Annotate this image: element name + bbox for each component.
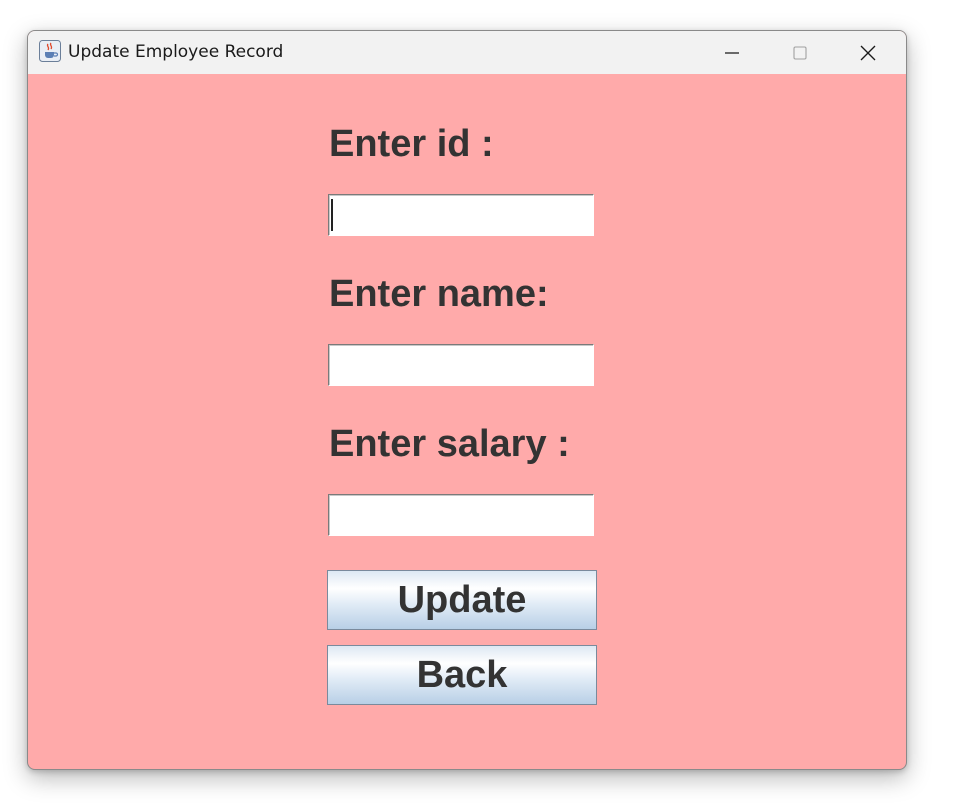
maximize-button[interactable] bbox=[766, 31, 834, 74]
name-label: Enter name: bbox=[329, 273, 549, 315]
close-icon bbox=[860, 45, 876, 61]
salary-label: Enter salary : bbox=[329, 423, 570, 465]
update-button[interactable]: Update bbox=[327, 570, 597, 630]
close-button[interactable] bbox=[834, 31, 902, 74]
window-title: Update Employee Record bbox=[68, 42, 284, 62]
form-panel: Enter id : Enter name: Enter salary : Up… bbox=[28, 74, 906, 769]
id-label: Enter id : bbox=[329, 123, 494, 165]
java-coffee-icon bbox=[39, 40, 61, 62]
back-button[interactable]: Back bbox=[327, 645, 597, 705]
minimize-button[interactable] bbox=[698, 31, 766, 74]
maximize-icon bbox=[793, 46, 807, 60]
text-caret bbox=[331, 199, 333, 231]
title-bar[interactable]: Update Employee Record bbox=[28, 31, 906, 74]
name-field[interactable] bbox=[328, 344, 594, 386]
minimize-icon bbox=[725, 52, 739, 54]
id-field[interactable] bbox=[328, 194, 594, 236]
salary-field[interactable] bbox=[328, 494, 594, 536]
update-employee-window: Update Employee Record Enter id : Enter … bbox=[27, 30, 907, 770]
